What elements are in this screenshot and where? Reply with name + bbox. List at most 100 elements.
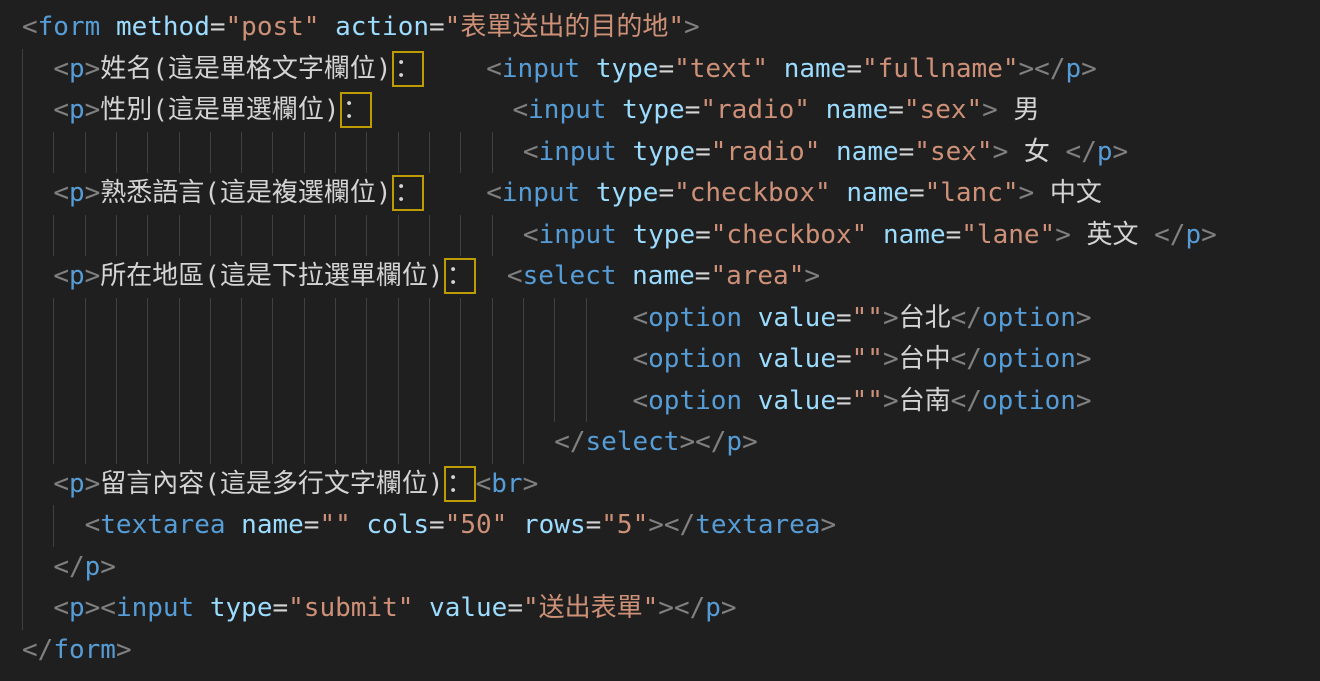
code-line-text: <input type="checkbox" name="lane"> 英文 <…: [22, 220, 1217, 250]
token-text: [742, 386, 758, 416]
token-tag: p: [69, 178, 85, 208]
code-line-8[interactable]: <option value="">台北</option>: [0, 298, 1320, 340]
token-punct: <: [632, 344, 648, 374]
code-line-5[interactable]: <p>熟悉語言(這是複選欄位)： <input type="checkbox" …: [0, 173, 1320, 215]
token-op: =: [695, 220, 711, 250]
token-text: 熟悉語言(這是複選欄位): [100, 178, 391, 208]
token-str: "sex": [914, 137, 992, 167]
token-text: 姓名(這是單格文字欄位): [100, 54, 391, 84]
code-line-text: </select></p>: [22, 427, 758, 457]
token-tag: select: [523, 261, 617, 291]
token-punct: <: [53, 178, 69, 208]
token-tag: p: [726, 427, 742, 457]
token-op: =: [836, 344, 852, 374]
token-punct: </: [1034, 54, 1065, 84]
token-punct: >: [1076, 386, 1092, 416]
token-punct: <: [523, 220, 539, 250]
token-str: "表單送出的目的地": [445, 12, 684, 42]
token-text: [768, 54, 784, 84]
token-punct: >: [804, 261, 820, 291]
token-text: [22, 593, 53, 623]
token-attr: name: [826, 95, 889, 125]
token-punct: </: [951, 344, 982, 374]
token-str: "": [852, 303, 883, 333]
token-op: =: [210, 12, 226, 42]
token-str: "送出表單": [523, 593, 658, 623]
token-tag: option: [982, 344, 1076, 374]
code-line-16[interactable]: </form>: [0, 630, 1320, 672]
code-line-15[interactable]: <p><input type="submit" value="送出表單"></p…: [0, 588, 1320, 630]
token-punct: >: [883, 303, 899, 333]
token-attr: type: [622, 95, 685, 125]
code-line-text: <p>性別(這是單選欄位)： <input type="radio" name=…: [22, 95, 1039, 125]
token-tag: input: [116, 593, 194, 623]
code-line-10[interactable]: <option value="">台南</option>: [0, 381, 1320, 423]
token-punct: >: [742, 427, 758, 457]
token-attr: value: [758, 303, 836, 333]
token-text: 台南: [899, 386, 951, 416]
token-punct: >: [820, 510, 836, 540]
code-line-14[interactable]: </p>: [0, 547, 1320, 589]
code-line-12[interactable]: <p>留言內容(這是多行文字欄位)：<br>: [0, 464, 1320, 506]
code-line-2[interactable]: <p>姓名(這是單格文字欄位)： <input type="text" name…: [0, 49, 1320, 91]
token-tag: select: [586, 427, 680, 457]
token-text: [22, 54, 53, 84]
code-line-text: <option value="">台中</option>: [22, 344, 1092, 374]
token-text: [22, 220, 523, 250]
token-punct: >: [684, 12, 700, 42]
code-line-11[interactable]: </select></p>: [0, 422, 1320, 464]
code-line-text: <form method="post" action="表單送出的目的地">: [22, 12, 700, 42]
token-text: 台北: [899, 303, 951, 333]
token-text: [319, 12, 335, 42]
token-punct: <: [632, 303, 648, 333]
code-line-9[interactable]: <option value="">台中</option>: [0, 339, 1320, 381]
token-text: 英文: [1071, 220, 1154, 250]
token-punct: >: [85, 54, 101, 84]
token-tag: input: [528, 95, 606, 125]
token-punct: </: [1066, 137, 1097, 167]
token-tag: p: [1097, 137, 1113, 167]
token-tag: p: [1065, 54, 1081, 84]
token-punct: >: [883, 344, 899, 374]
token-str: "": [852, 344, 883, 374]
code-line-3[interactable]: <p>性別(這是單選欄位)： <input type="radio" name=…: [0, 90, 1320, 132]
unicode-highlight-colon: ：: [447, 469, 473, 499]
token-text: [22, 510, 85, 540]
code-line-text: <option value="">台北</option>: [22, 303, 1092, 333]
code-line-4[interactable]: <input type="radio" name="sex"> 女 </p>: [0, 132, 1320, 174]
token-op: =: [273, 593, 289, 623]
token-punct: >: [721, 593, 737, 623]
token-punct: </: [951, 303, 982, 333]
token-punct: </: [674, 593, 705, 623]
code-line-text: <p>姓名(這是單格文字欄位)： <input type="text" name…: [22, 54, 1097, 84]
token-attr: name: [846, 178, 909, 208]
token-attr: value: [758, 386, 836, 416]
code-editor[interactable]: <form method="post" action="表單送出的目的地"> <…: [0, 0, 1320, 681]
token-punct: >: [648, 510, 664, 540]
token-str: "radio": [711, 137, 821, 167]
code-line-7[interactable]: <p>所在地區(這是下拉選單欄位)： <select name="area">: [0, 256, 1320, 298]
token-text: [867, 220, 883, 250]
token-text: [22, 178, 53, 208]
code-line-13[interactable]: <textarea name="" cols="50" rows="5"></t…: [0, 505, 1320, 547]
token-punct: <: [53, 54, 69, 84]
token-punct: >: [1019, 54, 1035, 84]
code-line-1[interactable]: <form method="post" action="表單送出的目的地">: [0, 7, 1320, 49]
token-text: [372, 95, 513, 125]
token-op: =: [695, 137, 711, 167]
token-text: [742, 303, 758, 333]
token-tag: br: [491, 469, 522, 499]
token-punct: >: [116, 635, 132, 665]
token-punct: >: [679, 427, 695, 457]
token-attr: name: [241, 510, 304, 540]
token-str: "50": [445, 510, 508, 540]
token-attr: type: [633, 220, 696, 250]
token-punct: >: [1113, 137, 1129, 167]
token-attr: method: [116, 12, 210, 42]
token-tag: p: [705, 593, 721, 623]
token-tag: option: [648, 386, 742, 416]
token-text: [22, 95, 53, 125]
code-line-6[interactable]: <input type="checkbox" name="lane"> 英文 <…: [0, 215, 1320, 257]
token-op: =: [836, 303, 852, 333]
token-text: [194, 593, 210, 623]
